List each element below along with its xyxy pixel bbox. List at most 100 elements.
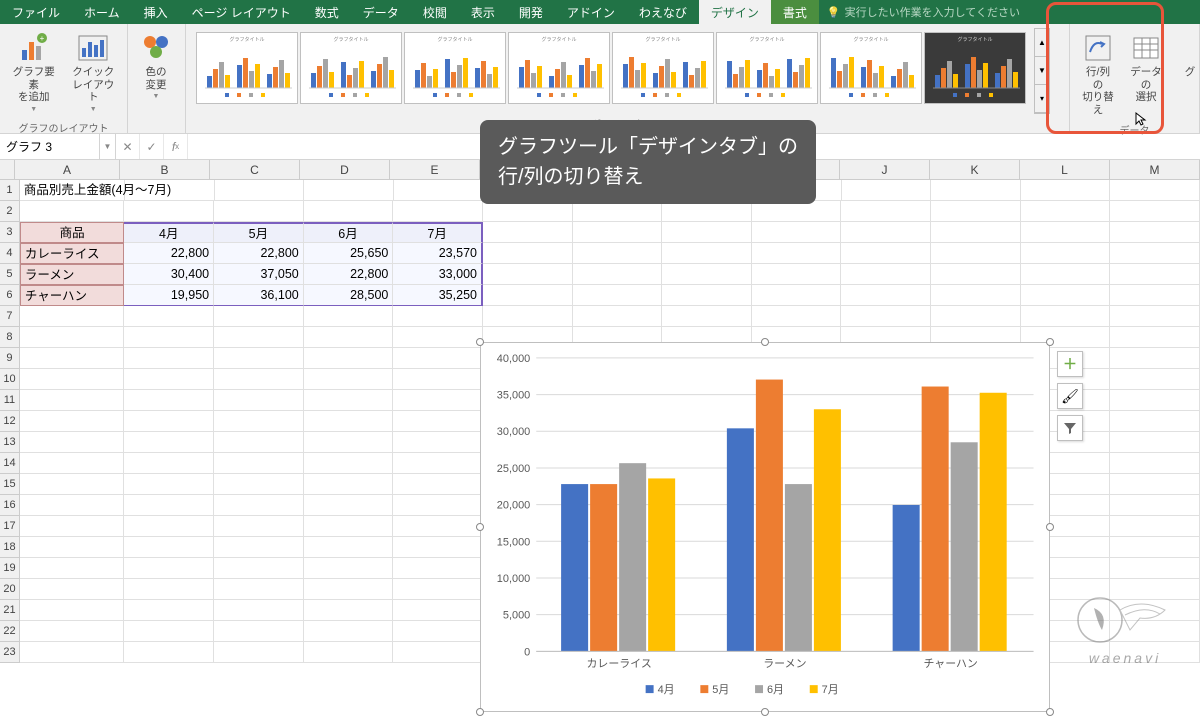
cell-A7[interactable] — [20, 306, 125, 327]
row-header[interactable]: 9 — [0, 348, 20, 369]
cell-H3[interactable] — [662, 222, 752, 243]
row-header[interactable]: 19 — [0, 558, 20, 579]
cell-D17[interactable] — [304, 516, 394, 537]
enter-formula-button[interactable]: ✓ — [140, 134, 164, 159]
cell-C7[interactable] — [214, 306, 304, 327]
cell-B16[interactable] — [124, 495, 214, 516]
cell-D6[interactable]: 28,500 — [304, 285, 394, 306]
cell-B20[interactable] — [124, 579, 214, 600]
cell-J2[interactable] — [841, 201, 931, 222]
cell-A21[interactable] — [20, 600, 125, 621]
cell-E12[interactable] — [393, 411, 483, 432]
resize-handle-s[interactable] — [761, 708, 769, 716]
cell-E16[interactable] — [393, 495, 483, 516]
row-header[interactable]: 7 — [0, 306, 20, 327]
cell-E15[interactable] — [393, 474, 483, 495]
cell-A6[interactable]: チャーハン — [20, 285, 125, 306]
cell-C10[interactable] — [214, 369, 304, 390]
cell-M8[interactable] — [1110, 327, 1200, 348]
cell-B8[interactable] — [124, 327, 214, 348]
cell-F4[interactable] — [483, 243, 573, 264]
tab-pagelayout[interactable]: ページ レイアウト — [180, 0, 303, 24]
cell-K6[interactable] — [931, 285, 1021, 306]
cell-A2[interactable] — [20, 201, 125, 222]
cell-A20[interactable] — [20, 579, 125, 600]
cell-K3[interactable] — [931, 222, 1021, 243]
embedded-chart[interactable]: 05,00010,00015,00020,00025,00030,00035,0… — [480, 342, 1050, 712]
col-header-L[interactable]: L — [1020, 160, 1110, 179]
cell-L2[interactable] — [1021, 201, 1111, 222]
cell-A17[interactable] — [20, 516, 125, 537]
cell-M16[interactable] — [1110, 495, 1200, 516]
cell-F3[interactable] — [483, 222, 573, 243]
resize-handle-n[interactable] — [761, 338, 769, 346]
tab-waenavi[interactable]: わえなび — [627, 0, 699, 24]
cell-C4[interactable]: 22,800 — [214, 243, 304, 264]
chart-filter-button[interactable] — [1057, 415, 1083, 441]
cell-B15[interactable] — [124, 474, 214, 495]
cell-A1[interactable]: 商品別売上金額(4月～7月) — [20, 180, 125, 201]
change-colors-button[interactable]: 色の 変更 ▼ — [134, 28, 178, 106]
chart-style-thumb[interactable]: グラフタイトル — [300, 32, 402, 104]
cell-B10[interactable] — [124, 369, 214, 390]
gallery-up-button[interactable]: ▲ — [1035, 29, 1049, 57]
cell-E10[interactable] — [393, 369, 483, 390]
row-header[interactable]: 13 — [0, 432, 20, 453]
cell-C18[interactable] — [214, 537, 304, 558]
cell-G7[interactable] — [573, 306, 663, 327]
resize-handle-e[interactable] — [1046, 523, 1054, 531]
cell-F5[interactable] — [483, 264, 573, 285]
tab-insert[interactable]: 挿入 — [132, 0, 180, 24]
cell-H5[interactable] — [662, 264, 752, 285]
cell-B3[interactable]: 4月 — [124, 222, 214, 243]
cell-D20[interactable] — [304, 579, 394, 600]
fx-button[interactable]: fx — [164, 134, 188, 159]
name-box[interactable]: グラフ 3 — [0, 134, 100, 159]
chart-styles-button[interactable]: 🖌 — [1057, 383, 1083, 409]
cell-F7[interactable] — [483, 306, 573, 327]
add-chart-element-button[interactable]: + グラフ要素 を追加 ▼ — [6, 28, 62, 118]
col-header-D[interactable]: D — [300, 160, 390, 179]
col-header-K[interactable]: K — [930, 160, 1020, 179]
cell-H2[interactable] — [662, 201, 752, 222]
cell-C19[interactable] — [214, 558, 304, 579]
cell-M1[interactable] — [1110, 180, 1200, 201]
cell-E20[interactable] — [393, 579, 483, 600]
resize-handle-se[interactable] — [1046, 708, 1054, 716]
quick-layout-button[interactable]: クイック レイアウト ▼ — [66, 28, 122, 118]
resize-handle-sw[interactable] — [476, 708, 484, 716]
row-header[interactable]: 15 — [0, 474, 20, 495]
cell-C1[interactable] — [215, 180, 305, 201]
cell-H6[interactable] — [662, 285, 752, 306]
cell-G3[interactable] — [573, 222, 663, 243]
cell-E11[interactable] — [393, 390, 483, 411]
cell-B7[interactable] — [124, 306, 214, 327]
cell-E19[interactable] — [393, 558, 483, 579]
cell-G2[interactable] — [573, 201, 663, 222]
cell-M2[interactable] — [1110, 201, 1200, 222]
cell-K2[interactable] — [931, 201, 1021, 222]
cell-D22[interactable] — [304, 621, 394, 642]
cell-A15[interactable] — [20, 474, 125, 495]
cell-K7[interactable] — [931, 306, 1021, 327]
cell-B6[interactable]: 19,950 — [124, 285, 214, 306]
cell-C13[interactable] — [214, 432, 304, 453]
cell-C23[interactable] — [214, 642, 304, 663]
gallery-down-button[interactable]: ▼ — [1035, 57, 1049, 85]
cell-A9[interactable] — [20, 348, 125, 369]
cell-A16[interactable] — [20, 495, 125, 516]
cell-E22[interactable] — [393, 621, 483, 642]
cell-A14[interactable] — [20, 453, 125, 474]
cell-B1[interactable] — [125, 180, 215, 201]
cell-C14[interactable] — [214, 453, 304, 474]
cell-A11[interactable] — [20, 390, 125, 411]
cell-C15[interactable] — [214, 474, 304, 495]
tab-review[interactable]: 校閲 — [411, 0, 459, 24]
cell-L5[interactable] — [1021, 264, 1111, 285]
cell-B13[interactable] — [124, 432, 214, 453]
row-header[interactable]: 11 — [0, 390, 20, 411]
select-data-button[interactable]: データの 選択 — [1124, 28, 1168, 108]
cell-M3[interactable] — [1110, 222, 1200, 243]
switch-row-col-button[interactable]: 行/列の 切り替え — [1076, 28, 1120, 120]
cell-D19[interactable] — [304, 558, 394, 579]
